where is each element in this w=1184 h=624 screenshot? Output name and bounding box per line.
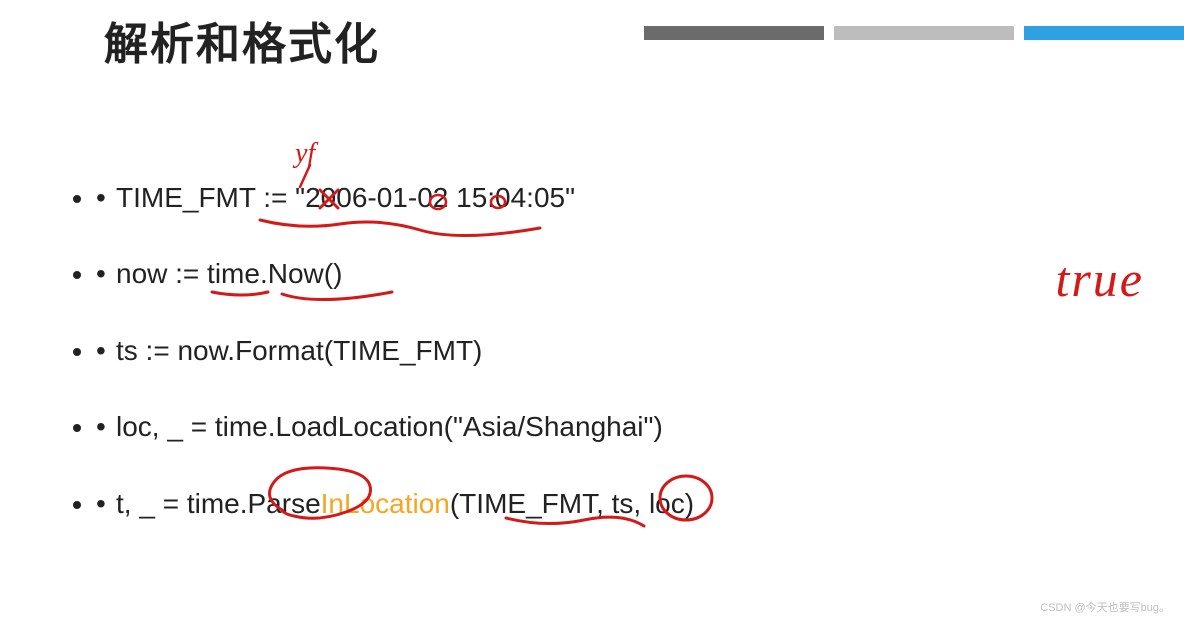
bullet-1-suffix: " (565, 182, 575, 213)
bullet-3-text: ts := now.Format(TIME_FMT) (116, 335, 482, 366)
bullet-1-prefix: TIME_FMT := " (116, 182, 305, 213)
bullet-list: TIME_FMT := "2006-01-02 15:04:05" now :=… (96, 180, 996, 562)
slide-title: 解析和格式化 (104, 8, 380, 72)
annotation-yf: yf (295, 138, 315, 170)
bar-light-gray (834, 26, 1014, 40)
bullet-item-2: now := time.Now() (96, 256, 996, 292)
bullet-item-1: TIME_FMT := "2006-01-02 15:04:05" (96, 180, 996, 216)
watermark: CSDN @今天也要写bug。 (1040, 599, 1170, 615)
bullet-item-4: loc, _ = time.LoadLocation("Asia/Shangha… (96, 409, 996, 445)
annotation-true: true (1055, 250, 1144, 308)
bullet-item-3: ts := now.Format(TIME_FMT) (96, 333, 996, 369)
bullet-item-5: t, _ = time.ParseInLocation(TIME_FMT, ts… (96, 486, 996, 522)
bullet-5-orange: InLocation (321, 488, 450, 519)
bar-blue (1024, 26, 1184, 40)
decorative-bars (644, 26, 1184, 40)
bullet-4-text: loc, _ = time.LoadLocation("Asia/Shangha… (116, 411, 663, 442)
bar-gray (644, 26, 824, 40)
bullet-2-text: now := time.Now() (116, 258, 342, 289)
bullet-1-value: 2006-01-02 15:04:05 (305, 182, 565, 213)
bullet-5-prefix: t, _ = time.Parse (116, 488, 321, 519)
bullet-5-suffix: (TIME_FMT, ts, loc) (450, 488, 694, 519)
